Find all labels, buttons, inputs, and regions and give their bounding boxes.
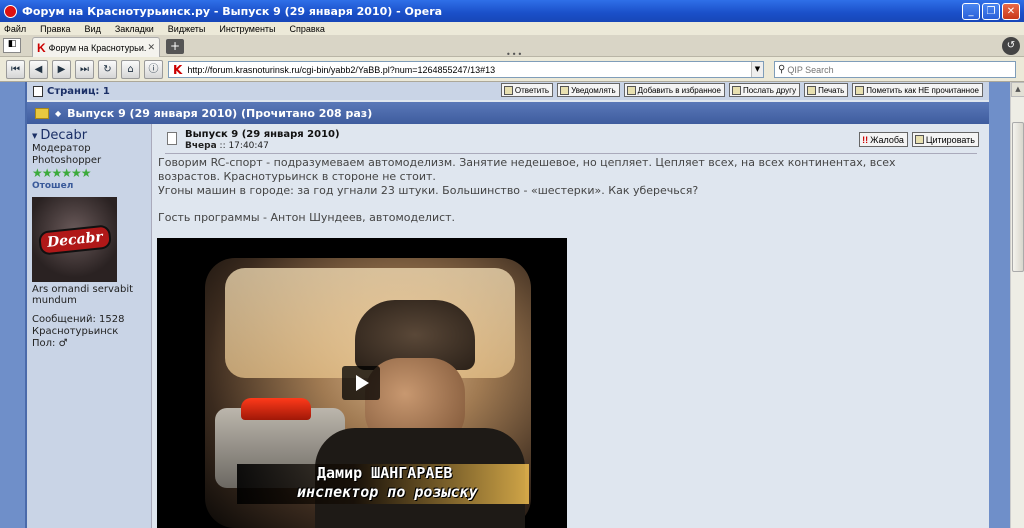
security-icon[interactable]: ⓘ: [144, 60, 163, 79]
minimize-button[interactable]: _: [962, 2, 980, 20]
thread-title: Выпуск 9 (29 января 2010) (Прочитано 208…: [67, 106, 373, 120]
post-body: Говорим RC-спорт - подразумеваем автомод…: [158, 156, 978, 225]
pages-label: Страниц: 1: [47, 85, 110, 97]
tab-close-icon[interactable]: ✕: [147, 42, 155, 53]
user-sidebar: ▼ Decabr Модератор Photoshopper ★★★★★★ О…: [27, 124, 152, 528]
post-document-icon: [167, 132, 177, 145]
user-city: Краснотурьинск: [32, 326, 119, 337]
caption-name: Дамир ШАНГАРАЕВ: [317, 464, 453, 482]
site-favicon-icon: K: [173, 62, 183, 77]
search-input[interactable]: [787, 64, 988, 75]
address-dropdown-icon[interactable]: ▼: [751, 62, 763, 77]
folder-icon: [35, 107, 49, 119]
scroll-thumb[interactable]: [1012, 122, 1024, 272]
post: Выпуск 9 (29 января 2010) Вчера :: 17:40…: [157, 124, 989, 528]
post-text-line: Угоны машин в городе: за год угнали 23 ш…: [158, 184, 699, 197]
menu-file[interactable]: Файл: [4, 24, 26, 34]
post-header: Выпуск 9 (29 января 2010) Вчера :: 17:40…: [165, 128, 977, 154]
mark-unread-button[interactable]: Пометить как НЕ прочитанное: [852, 83, 983, 97]
address-url[interactable]: http://forum.krasnoturinsk.ru/cgi-bin/ya…: [187, 65, 751, 75]
reply-button[interactable]: Ответить: [500, 83, 554, 97]
print-icon: [807, 85, 817, 95]
user-stats: Сообщений: 1528 Краснотурьинск Пол: ♂: [32, 314, 125, 350]
menu-tools[interactable]: Инструменты: [219, 24, 275, 34]
pages-row: Страниц: 1 Ответить Уведомлять Добавить …: [27, 82, 989, 100]
user-status: Отошел: [32, 181, 74, 191]
fast-forward-icon[interactable]: ⏭: [75, 60, 94, 79]
closed-tabs-icon[interactable]: ↺: [1002, 37, 1020, 55]
rewind-icon[interactable]: ⏮: [6, 60, 25, 79]
add-favorite-button[interactable]: Добавить в избранное: [623, 83, 725, 97]
forward-icon[interactable]: ▶: [52, 60, 71, 79]
post-text-line: Говорим RC-спорт - подразумеваем автомод…: [158, 156, 896, 169]
notify-icon: [560, 85, 570, 95]
close-window-button[interactable]: ✕: [1002, 2, 1020, 20]
opera-icon: [4, 4, 17, 18]
tab-label: Форум на Краснотурьи...: [48, 42, 148, 53]
menu-view[interactable]: Вид: [85, 24, 101, 34]
favorite-icon: [626, 85, 636, 95]
menu-help[interactable]: Справка: [290, 24, 325, 34]
video-caption: Дамир ШАНГАРАЕВ инспектор по розыску: [237, 464, 529, 504]
home-icon[interactable]: ⌂: [121, 60, 140, 79]
rank-stars-icon: ★★★★★★: [32, 166, 92, 180]
tab-forum[interactable]: K Форум на Краснотурьи... ✕: [32, 37, 160, 57]
search-box[interactable]: ⚲: [774, 61, 1016, 78]
back-icon[interactable]: ◀: [29, 60, 48, 79]
post-count: Сообщений: 1528: [32, 314, 125, 325]
search-icon[interactable]: ⚲: [778, 64, 785, 75]
mark-icon: [855, 85, 865, 95]
print-button[interactable]: Печать: [804, 83, 849, 97]
post-date: Вчера :: 17:40:47: [185, 141, 269, 151]
forum-container: Страниц: 1 Ответить Уведомлять Добавить …: [25, 82, 989, 528]
complaint-button[interactable]: !! Жалоба: [859, 132, 908, 147]
address-bar[interactable]: K http://forum.krasnoturinsk.ru/cgi-bin/…: [168, 61, 764, 78]
post-buttons: !! Жалоба Цитировать: [859, 132, 979, 147]
quote-icon: [914, 135, 924, 144]
user-name[interactable]: Decabr: [40, 128, 87, 143]
menu-bar: Файл Правка Вид Закладки Виджеты Инструм…: [0, 22, 1024, 35]
user-name-row[interactable]: ▼ Decabr: [32, 128, 151, 143]
thread-header: ◆ Выпуск 9 (29 января 2010) (Прочитано 2…: [27, 102, 989, 124]
menu-edit[interactable]: Правка: [40, 24, 70, 34]
bullet-icon: ◆: [55, 108, 62, 118]
chevron-down-icon: ▼: [32, 131, 38, 140]
window-titlebar: Форум на Краснотурьинск.ру - Выпуск 9 (2…: [0, 0, 1024, 22]
video-player[interactable]: Дамир ШАНГАРАЕВ инспектор по розыску: [157, 238, 567, 528]
new-tab-button[interactable]: +: [166, 39, 184, 54]
play-icon[interactable]: [342, 366, 380, 400]
user-gender: Пол: ♂: [32, 338, 68, 349]
window-title: Форум на Краснотурьинск.ру - Выпуск 9 (2…: [22, 4, 443, 18]
document-icon: [33, 85, 43, 97]
thread-actions: Ответить Уведомлять Добавить в избранное…: [500, 83, 983, 97]
reload-icon[interactable]: ↻: [98, 60, 117, 79]
send-icon: [731, 85, 741, 95]
menu-widgets[interactable]: Виджеты: [168, 24, 206, 34]
avatar: Decabr: [32, 197, 117, 282]
site-favicon-icon: K: [37, 40, 46, 55]
quote-button[interactable]: Цитировать: [911, 132, 979, 147]
navigation-bar: ⏮ ◀ ▶ ⏭ ↻ ⌂ ⓘ K http://forum.krasnoturin…: [0, 57, 1024, 82]
user-role: Модератор: [32, 143, 91, 154]
scroll-up-icon[interactable]: ▲: [1011, 82, 1024, 97]
vertical-scrollbar[interactable]: ▲: [1010, 82, 1024, 528]
maximize-button[interactable]: ❐: [982, 2, 1000, 20]
notify-button[interactable]: Уведомлять: [557, 83, 620, 97]
send-friend-button[interactable]: Послать другу: [728, 83, 801, 97]
post-text-line: Гость программы - Антон Шундеев, автомод…: [158, 211, 456, 224]
post-title: Выпуск 9 (29 января 2010): [185, 129, 340, 140]
post-text-line: возрастов. Краснотурьинск в стороне не с…: [158, 170, 436, 183]
page-viewport: Страниц: 1 Ответить Уведомлять Добавить …: [0, 82, 1010, 528]
reply-icon: [503, 85, 513, 95]
avatar-logo: Decabr: [39, 226, 110, 253]
alert-icon: !!: [862, 134, 869, 145]
panel-toggle-icon[interactable]: ◧: [3, 38, 21, 53]
caption-role: инспектор по розыску: [297, 483, 478, 501]
user-motto: Ars ornandi servabit mundum: [32, 284, 134, 306]
menu-bookmarks[interactable]: Закладки: [115, 24, 154, 34]
